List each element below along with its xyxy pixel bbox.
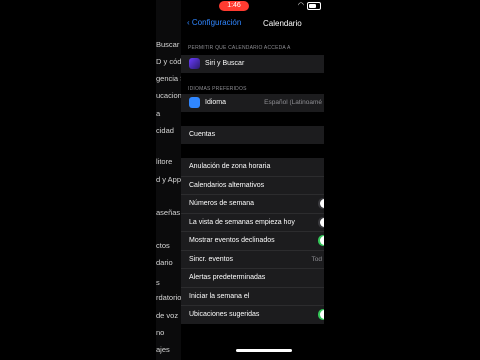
week-view-today-toggle[interactable] xyxy=(318,216,324,228)
show-declined-toggle[interactable] xyxy=(318,235,324,246)
sidebar-item[interactable]: de voz xyxy=(156,311,178,320)
row-label: Anulación de zona horaria xyxy=(189,163,271,170)
group-languages: Idioma Español (Latinoamé xyxy=(181,94,324,112)
group-access: Siri y Buscar xyxy=(181,55,324,73)
home-indicator[interactable] xyxy=(236,349,292,352)
start-week-on-row[interactable]: Iniciar la semana el xyxy=(181,288,324,306)
battery-icon xyxy=(307,2,321,10)
page-title: Calendario xyxy=(263,19,302,28)
location-suggestions-toggle[interactable] xyxy=(318,309,324,320)
siri-icon xyxy=(189,58,200,69)
language-row[interactable]: Idioma Español (Latinoamé xyxy=(181,94,324,112)
sidebar-item[interactable]: Buscar xyxy=(156,40,179,49)
sidebar-item[interactable]: s xyxy=(156,278,160,287)
sidebar-item[interactable]: ajes xyxy=(156,345,170,354)
row-label: Números de semana xyxy=(189,200,254,207)
default-alerts-row[interactable]: Alertas predeterminadas xyxy=(181,269,324,288)
back-label: Configuración xyxy=(191,18,242,27)
group-calendar-options: Anulación de zona horaria Calendarios al… xyxy=(181,158,324,324)
row-label: Sincr. eventos xyxy=(189,255,233,263)
row-label: Iniciar la semana el xyxy=(189,292,250,300)
row-label: Alertas predeterminadas xyxy=(189,274,266,281)
settings-sidebar: Buscar D y cód gencia S ucaciones a cida… xyxy=(156,0,190,360)
sidebar-item[interactable]: a xyxy=(156,109,160,118)
location-suggestions-row: Ubicaciones sugeridas xyxy=(181,306,324,324)
show-declined-events-row: Mostrar eventos declinados xyxy=(181,232,324,251)
sidebar-item[interactable]: aseñas xyxy=(156,208,180,217)
row-label: Calendarios alternativos xyxy=(189,181,265,189)
device-screen: Buscar D y cód gencia S ucaciones a cida… xyxy=(156,0,324,360)
accounts-label: Cuentas xyxy=(189,131,216,138)
siri-row[interactable]: Siri y Buscar xyxy=(181,55,324,73)
sidebar-item-calendario[interactable]: dario xyxy=(156,258,173,267)
row-label: Mostrar eventos declinados xyxy=(189,237,275,244)
section-header-access: PERMITIR QUE CALENDARIO ACCEDA A xyxy=(188,45,291,51)
section-header-languages: IDIOMAS PREFERIDOS xyxy=(188,86,247,92)
time-zone-override-row[interactable]: Anulación de zona horaria xyxy=(181,158,324,177)
status-bar: 1:46 ◠ xyxy=(181,0,324,13)
globe-icon xyxy=(189,97,200,108)
alternate-calendars-row[interactable]: Calendarios alternativos xyxy=(181,177,324,195)
sidebar-item[interactable]: ctos xyxy=(156,241,170,250)
group-accounts: Cuentas xyxy=(181,126,324,144)
week-numbers-row: Números de semana xyxy=(181,195,324,214)
week-numbers-toggle[interactable] xyxy=(318,198,324,209)
wifi-icon: ◠ xyxy=(297,2,304,9)
siri-label: Siri y Buscar xyxy=(205,60,245,67)
row-label: La vista de semanas empieza hoy xyxy=(189,218,295,226)
nav-bar: ‹ Configuración Calendario xyxy=(181,14,324,34)
calendar-settings-pane: 1:46 ◠ ‹ Configuración Calendario PERMIT… xyxy=(181,0,324,360)
back-button[interactable]: ‹ Configuración xyxy=(187,18,241,27)
sidebar-item[interactable]: cidad xyxy=(156,126,174,135)
accounts-row[interactable]: Cuentas xyxy=(181,126,324,144)
language-value: Español (Latinoamé xyxy=(264,99,322,106)
sync-events-row[interactable]: Sincr. eventos Tod xyxy=(181,251,324,269)
chevron-left-icon: ‹ xyxy=(187,18,190,27)
sidebar-item[interactable]: D y cód xyxy=(156,57,181,66)
sidebar-item[interactable]: litore xyxy=(156,157,172,166)
sidebar-item[interactable]: no xyxy=(156,328,164,337)
status-time: 1:46 xyxy=(219,1,249,11)
sync-events-value: Tod xyxy=(311,255,322,263)
row-label: Ubicaciones sugeridas xyxy=(189,311,260,318)
week-view-starts-today-row: La vista de semanas empieza hoy xyxy=(181,214,324,232)
language-label: Idioma xyxy=(205,99,227,106)
